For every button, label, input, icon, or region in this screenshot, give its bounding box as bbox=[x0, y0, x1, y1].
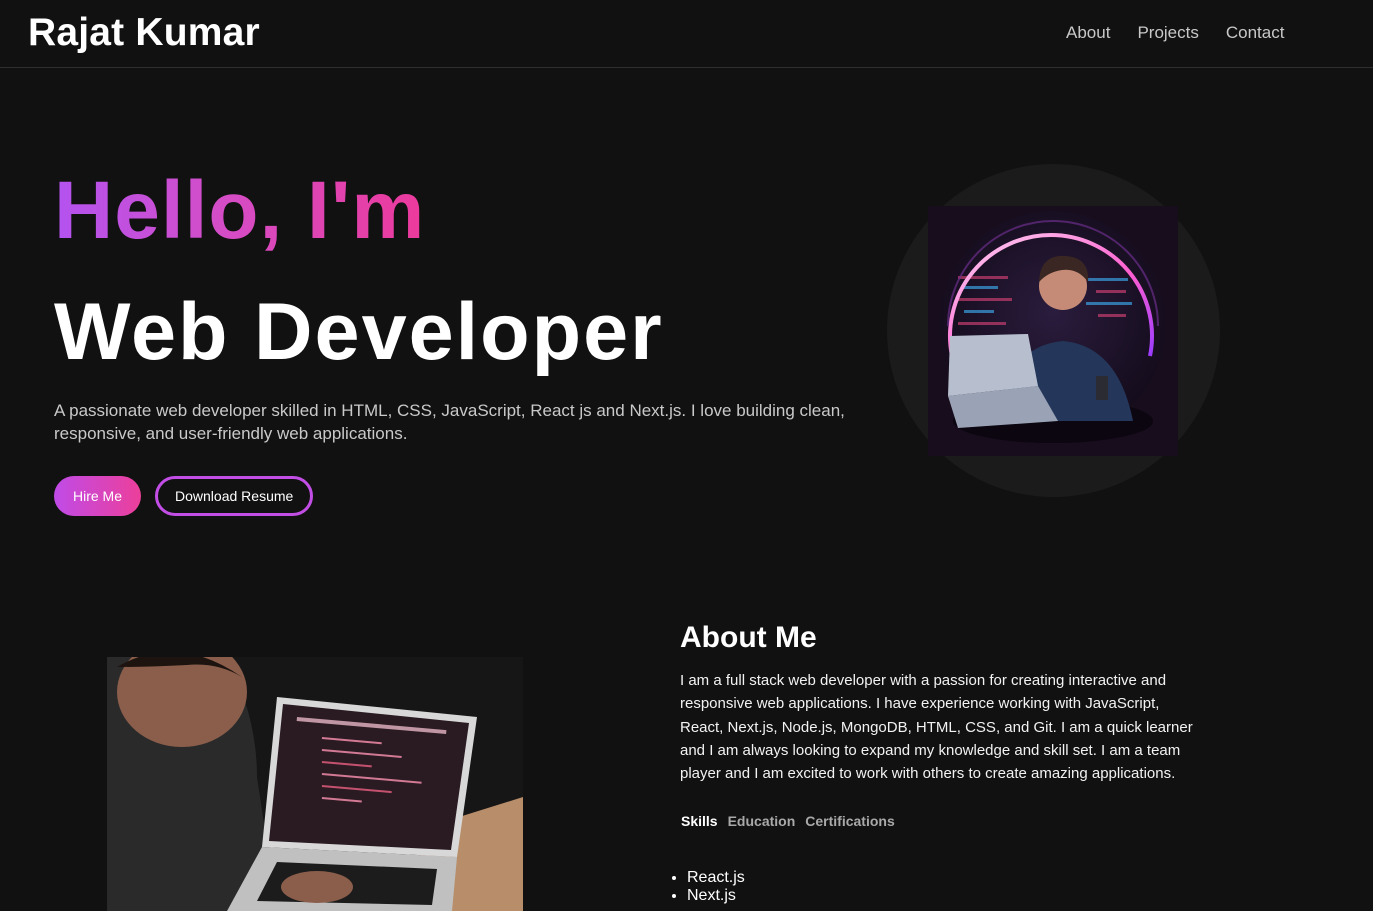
about-laptop-image bbox=[107, 657, 523, 911]
laptop-coding-illustration bbox=[107, 657, 523, 911]
about-tabs: Skills Education Certifications bbox=[681, 813, 895, 829]
skill-item: React.js bbox=[687, 869, 745, 887]
hire-me-button[interactable]: Hire Me bbox=[54, 476, 142, 516]
site-header: Rajat Kumar About Projects Contact bbox=[0, 0, 1373, 68]
developer-illustration bbox=[928, 206, 1178, 456]
download-resume-button[interactable]: Download Resume bbox=[155, 476, 314, 516]
brand-name[interactable]: Rajat Kumar bbox=[28, 11, 260, 55]
nav-link-contact[interactable]: Contact bbox=[1226, 23, 1285, 43]
skills-list: React.js Next.js bbox=[669, 869, 745, 905]
hero-role: Web Developer bbox=[54, 287, 664, 377]
nav-link-about[interactable]: About bbox=[1066, 23, 1110, 43]
tab-education[interactable]: Education bbox=[728, 813, 796, 829]
developer-avatar-image bbox=[928, 206, 1178, 456]
main-nav: About Projects Contact bbox=[1066, 23, 1284, 43]
skill-item: Next.js bbox=[687, 887, 745, 905]
tab-skills[interactable]: Skills bbox=[681, 813, 718, 829]
hero-greeting: Hello, I'm bbox=[54, 164, 425, 258]
hero-intro: A passionate web developer skilled in HT… bbox=[54, 401, 845, 443]
nav-link-projects[interactable]: Projects bbox=[1137, 23, 1198, 43]
about-title: About Me bbox=[680, 621, 817, 654]
hero-buttons: Hire Me Download Resume bbox=[54, 476, 314, 516]
about-description: I am a full stack web developer with a p… bbox=[680, 672, 1193, 783]
tab-certifications[interactable]: Certifications bbox=[805, 813, 894, 829]
